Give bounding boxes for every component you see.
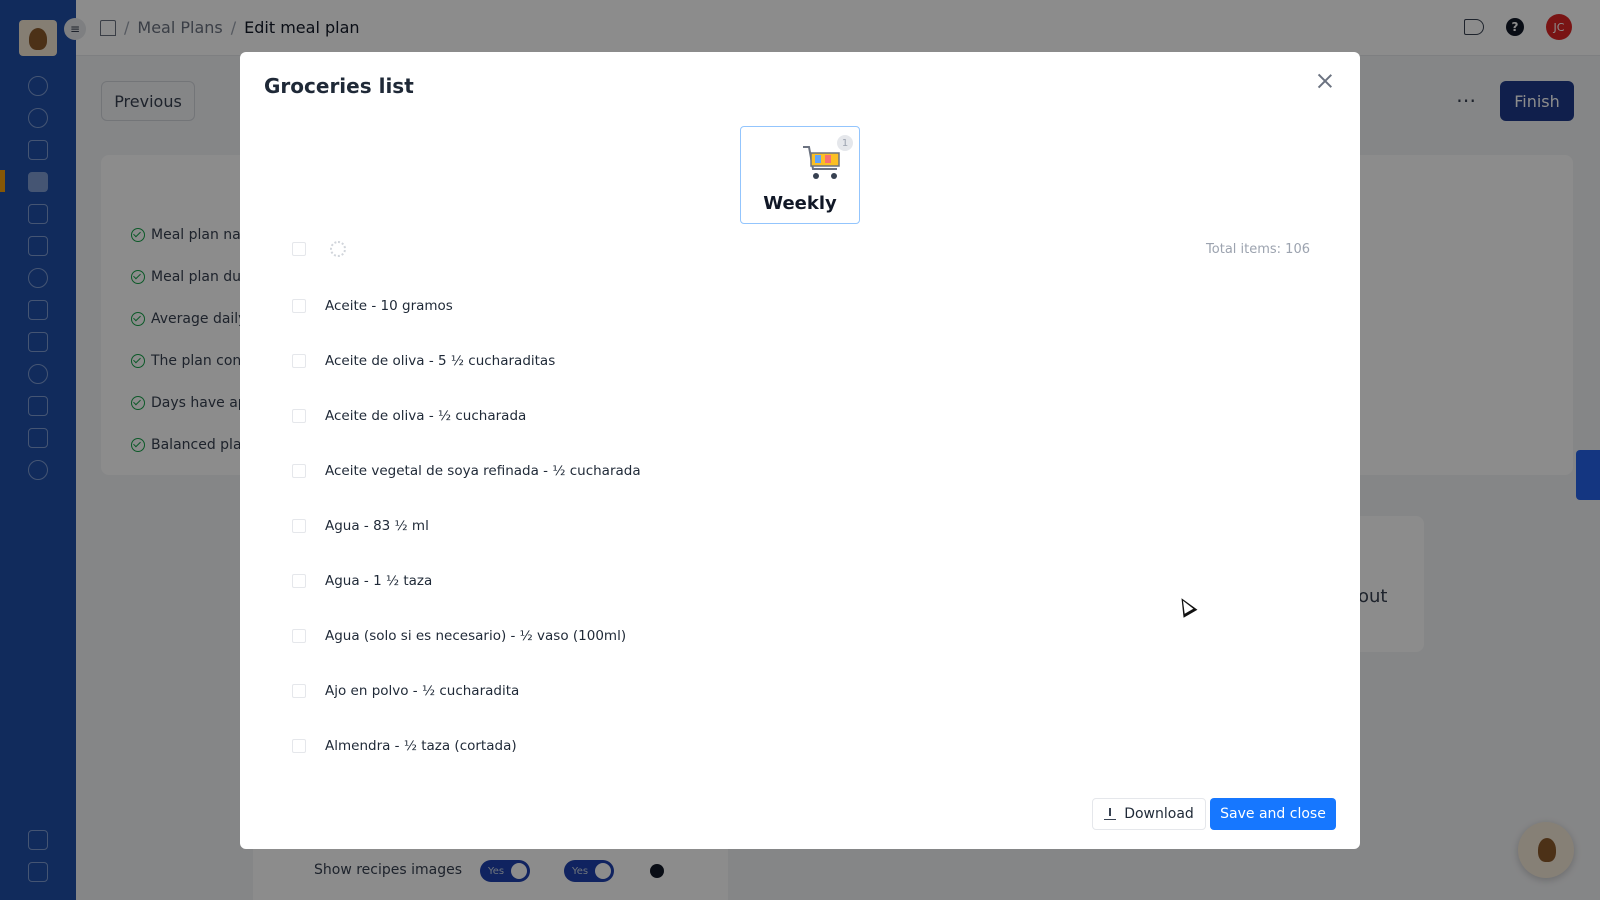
item-checkbox[interactable] bbox=[292, 738, 306, 753]
item-checkbox[interactable] bbox=[292, 683, 306, 698]
list-item[interactable]: Aceite - 10 gramos bbox=[292, 278, 1292, 333]
list-item[interactable]: Agua - 83 ½ ml bbox=[292, 498, 1292, 553]
list-item[interactable]: Ajo en polvo - ½ cucharadita bbox=[292, 663, 1292, 718]
list-item[interactable]: Aceite de oliva - ½ cucharada bbox=[292, 388, 1292, 443]
list-item[interactable]: Almendra - ½ taza (cortada) bbox=[292, 718, 1292, 772]
item-label: Agua - 83 ½ ml bbox=[325, 517, 429, 534]
shopping-cart-icon bbox=[803, 146, 840, 179]
download-button[interactable]: Download bbox=[1092, 798, 1206, 830]
list-item[interactable]: Aceite vegetal de soya refinada - ½ cuch… bbox=[292, 443, 1292, 498]
item-label: Ajo en polvo - ½ cucharadita bbox=[325, 682, 520, 699]
item-label: Aceite - 10 gramos bbox=[325, 297, 453, 314]
list-item[interactable]: Agua (solo si es necesario) - ½ vaso (10… bbox=[292, 608, 1292, 663]
item-checkbox[interactable] bbox=[292, 298, 306, 313]
total-items: Total items: 106 bbox=[1206, 242, 1310, 257]
modal-title: Groceries list bbox=[264, 74, 414, 98]
item-checkbox[interactable] bbox=[292, 463, 306, 478]
item-label: Aceite vegetal de soya refinada - ½ cuch… bbox=[325, 462, 641, 479]
close-icon[interactable] bbox=[1316, 72, 1334, 90]
item-label: Agua (solo si es necesario) - ½ vaso (10… bbox=[325, 627, 627, 644]
item-checkbox[interactable] bbox=[292, 628, 306, 643]
item-checkbox[interactable] bbox=[292, 408, 306, 423]
item-checkbox[interactable] bbox=[292, 518, 306, 533]
gear-icon[interactable] bbox=[330, 241, 346, 257]
item-label: Agua - 1 ½ taza bbox=[325, 572, 433, 589]
tab-weekly[interactable]: 1 Weekly bbox=[740, 126, 860, 224]
item-label: Aceite de oliva - 5 ½ cucharaditas bbox=[325, 352, 556, 369]
groceries-list[interactable]: Aceite - 10 gramos Aceite de oliva - 5 ½… bbox=[292, 278, 1292, 772]
download-label: Download bbox=[1124, 806, 1194, 822]
item-label: Almendra - ½ taza (cortada) bbox=[325, 737, 517, 754]
groceries-modal: Groceries list 1 Weekly Total items: 106… bbox=[240, 52, 1360, 849]
tab-label: Weekly bbox=[763, 193, 837, 214]
select-all-checkbox[interactable] bbox=[292, 242, 306, 256]
list-item[interactable]: Agua - 1 ½ taza bbox=[292, 553, 1292, 608]
item-checkbox[interactable] bbox=[292, 573, 306, 588]
list-item[interactable]: Aceite de oliva - 5 ½ cucharaditas bbox=[292, 333, 1292, 388]
item-label: Aceite de oliva - ½ cucharada bbox=[325, 407, 527, 424]
download-icon bbox=[1104, 808, 1117, 820]
tab-badge: 1 bbox=[837, 135, 853, 151]
save-and-close-button[interactable]: Save and close bbox=[1210, 798, 1336, 830]
item-checkbox[interactable] bbox=[292, 353, 306, 368]
